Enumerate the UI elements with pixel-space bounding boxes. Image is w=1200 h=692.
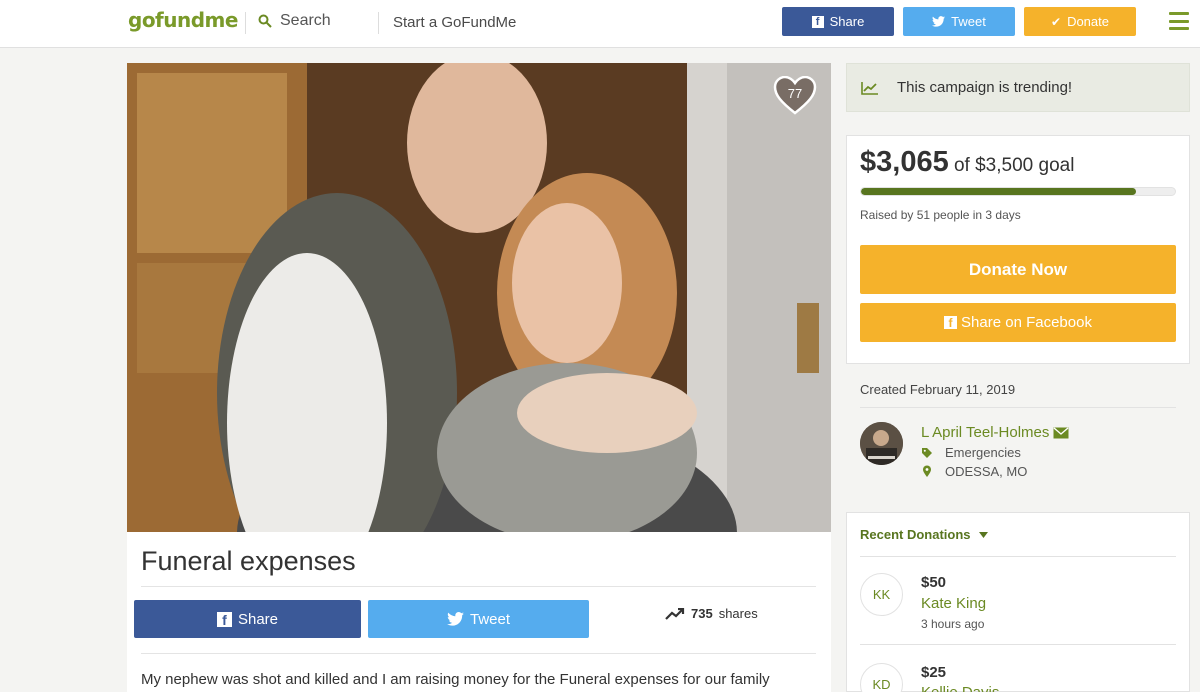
trending-icon [665, 607, 685, 620]
heart-count: 77 [787, 86, 803, 101]
tweet-label: Tweet [469, 610, 511, 628]
progress-bar [860, 187, 1176, 196]
recent-donations-dropdown[interactable]: Recent Donations [860, 527, 988, 542]
donation-time: 3 hours ago [921, 617, 985, 631]
donate-label: Donate [1067, 14, 1109, 29]
donate-now-button[interactable]: Donate Now [860, 245, 1176, 294]
organizer-name: L April Teel-Holmes [921, 424, 1050, 441]
created-date: Created February 11, 2019 [860, 382, 1016, 397]
map-pin-icon [923, 465, 931, 477]
share-facebook-button[interactable]: f Share [134, 600, 361, 638]
share-label: Share [829, 14, 865, 29]
facebook-icon: f [811, 15, 824, 28]
donation-amount: $25 [921, 664, 947, 681]
raised-amount: $3,065 [860, 146, 949, 178]
category-line: Emergencies [921, 445, 1021, 460]
location-label: ODESSA, MO [945, 464, 1028, 479]
logo-text: gofundme [128, 8, 238, 32]
share-label: Share [237, 610, 279, 628]
divider [141, 653, 816, 654]
campaign-story: My nephew was shot and killed and I am r… [141, 671, 770, 688]
campaign-title: Funeral expenses [141, 546, 356, 576]
location-line: ODESSA, MO [921, 464, 1027, 479]
header-tweet-button[interactable]: Tweet [903, 7, 1015, 36]
search-icon [258, 14, 272, 28]
search-label: Search [280, 12, 331, 29]
trending-banner: This campaign is trending! [846, 63, 1190, 112]
facebook-icon: f [944, 316, 958, 330]
header-share-button[interactable]: f Share [782, 7, 894, 36]
trending-chart-icon [861, 81, 878, 95]
tag-icon [922, 447, 932, 458]
donor-name: Kellie Davis [921, 684, 999, 692]
progress-fill [861, 188, 1137, 195]
recent-donations-label: Recent Donations [860, 527, 971, 542]
divider [860, 644, 1176, 645]
raised-summary: $3,065 of $3,500 goal [860, 146, 1074, 179]
check-icon: ✔ [1051, 14, 1062, 29]
search-link[interactable]: Search [258, 12, 331, 30]
divider [141, 586, 816, 587]
twitter-icon [447, 612, 464, 626]
organizer-name-link[interactable]: L April Teel-Holmes [921, 424, 1069, 441]
twitter-icon [932, 16, 946, 27]
divider [245, 12, 246, 34]
envelope-icon[interactable] [1053, 426, 1069, 439]
share-facebook-label: Share on Facebook [961, 314, 1092, 331]
tweet-label: Tweet [951, 14, 986, 29]
shares-number: 735 [691, 606, 713, 621]
divider [860, 407, 1176, 408]
donor-initials-avatar: KK [860, 573, 903, 616]
donation-amount: $50 [921, 574, 947, 591]
organizer-avatar[interactable] [860, 422, 903, 465]
gofundme-logo[interactable]: gofundme [128, 8, 238, 32]
goal-text: of $3,500 goal [953, 155, 1075, 176]
caret-down-icon [978, 531, 988, 538]
hamburger-menu-icon[interactable] [1169, 12, 1189, 30]
start-gofundme-link[interactable]: Start a GoFundMe [393, 14, 516, 31]
header-donate-button[interactable]: ✔ Donate [1024, 7, 1136, 36]
raised-by-text: Raised by 51 people in 3 days [860, 208, 1021, 222]
campaign-photo [127, 63, 831, 532]
shares-count: 735 shares [665, 606, 758, 621]
share-on-facebook-button[interactable]: f Share on Facebook [860, 303, 1176, 342]
trending-text: This campaign is trending! [897, 79, 1073, 96]
shares-label: shares [718, 606, 758, 621]
facebook-icon: f [216, 611, 232, 628]
tweet-button[interactable]: Tweet [368, 600, 589, 638]
category-label[interactable]: Emergencies [945, 445, 1021, 460]
divider [860, 556, 1176, 557]
divider [378, 12, 379, 34]
donor-name: Kate King [921, 595, 987, 612]
